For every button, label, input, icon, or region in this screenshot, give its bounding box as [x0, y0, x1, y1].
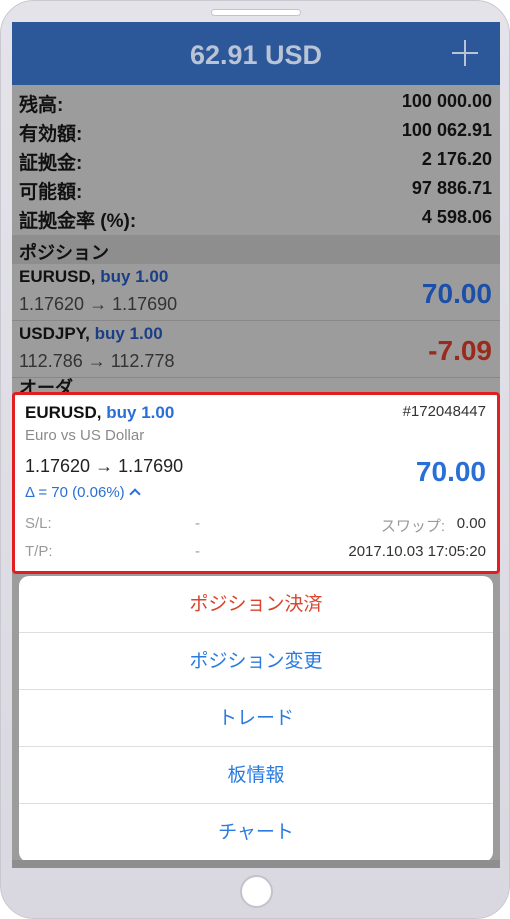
summary-value: 100 062.91 — [401, 120, 492, 140]
position-row[interactable]: USDJPY, buy 1.00 112.786 → 112.778 -7.09 — [12, 321, 500, 378]
summary-value: 2 176.20 — [421, 149, 492, 169]
card-symbol-line: EURUSD, buy 1.00 — [25, 403, 174, 423]
summary-label: 有効額: — [19, 124, 83, 145]
summary-row-margin-level: 証拠金率 (%): 4 598.06 — [12, 204, 500, 233]
plus-icon[interactable] — [452, 40, 478, 66]
summary-label: 可能額: — [19, 182, 83, 203]
close-position-button[interactable]: ポジション決済 — [19, 576, 493, 633]
position-prices: 1.17620 → 1.17690 — [19, 294, 178, 314]
open-time: 2017.10.03 17:05:20 — [348, 543, 486, 560]
summary-label: 証拠金: — [19, 153, 83, 174]
summary-label: 残高: — [19, 95, 64, 116]
selected-position-card: EURUSD, buy 1.00 #172048447 Euro vs US D… — [12, 392, 500, 574]
swap-value: 0.00 — [456, 515, 486, 532]
card-prices: 1.17620 → 1.17690 — [25, 456, 184, 476]
position-row[interactable]: EURUSD, buy 1.00 1.17620 → 1.17690 70.00 — [12, 264, 500, 321]
chevron-up-icon — [129, 488, 141, 500]
swap-label: スワップ: — [380, 518, 445, 535]
card-description: Euro vs US Dollar — [25, 427, 145, 444]
app-header: 62.91 USD — [12, 22, 500, 85]
card-delta-line: Δ = 70 (0.06%) — [25, 484, 141, 501]
position-side: buy 1.00 — [94, 324, 163, 343]
position-symbol: USDJPY, — [19, 324, 90, 343]
summary-row-margin: 証拠金: 2 176.20 — [12, 146, 500, 175]
chart-button[interactable]: チャート — [19, 804, 493, 861]
card-ticket: #172048447 — [402, 403, 486, 420]
summary-value: 4 598.06 — [421, 207, 492, 227]
position-profit: -7.09 — [428, 335, 492, 366]
summary-row-equity: 有効額: 100 062.91 — [12, 117, 500, 146]
summary-row-free-margin: 可能額: 97 886.71 — [12, 175, 500, 204]
modify-position-button[interactable]: ポジション変更 — [19, 633, 493, 690]
summary-value: 97 886.71 — [411, 178, 492, 198]
position-symbol: EURUSD, — [19, 267, 96, 286]
summary-label: 証拠金率 (%): — [19, 211, 137, 232]
section-title: ポジション — [19, 243, 109, 263]
card-delta: Δ = 70 (0.06%) — [25, 484, 125, 501]
tp-value: - — [195, 543, 200, 560]
position-symbol-line: USDJPY, buy 1.00 — [19, 324, 163, 344]
trade-button[interactable]: トレード — [19, 690, 493, 747]
phone-frame: 62.91 USD 残高: 100 000.00 有効額: 100 062.91… — [0, 0, 510, 919]
position-symbol-line: EURUSD, buy 1.00 — [19, 267, 168, 287]
app-screen: 62.91 USD 残高: 100 000.00 有効額: 100 062.91… — [12, 22, 500, 868]
tp-label: T/P: — [25, 543, 53, 560]
position-side: buy 1.00 — [100, 267, 169, 286]
position-prices: 112.786 → 112.778 — [19, 351, 175, 371]
home-button[interactable] — [240, 875, 273, 908]
card-side: buy 1.00 — [106, 403, 175, 422]
position-profit: 70.00 — [421, 278, 492, 309]
positions-section-header: ポジション — [12, 235, 500, 264]
speaker-grille — [211, 9, 301, 16]
summary-row-balance: 残高: 100 000.00 — [12, 88, 500, 117]
action-sheet: ポジション決済 ポジション変更 トレード 板情報 チャート — [19, 576, 493, 862]
card-profit: 70.00 — [415, 456, 486, 487]
depth-of-market-button[interactable]: 板情報 — [19, 747, 493, 804]
sl-value: - — [195, 515, 200, 532]
card-symbol: EURUSD, — [25, 403, 102, 422]
summary-value: 100 000.00 — [401, 91, 492, 111]
sl-label: S/L: — [25, 515, 52, 532]
header-balance-title: 62.91 USD — [189, 40, 323, 70]
tab-bar — [12, 860, 500, 868]
